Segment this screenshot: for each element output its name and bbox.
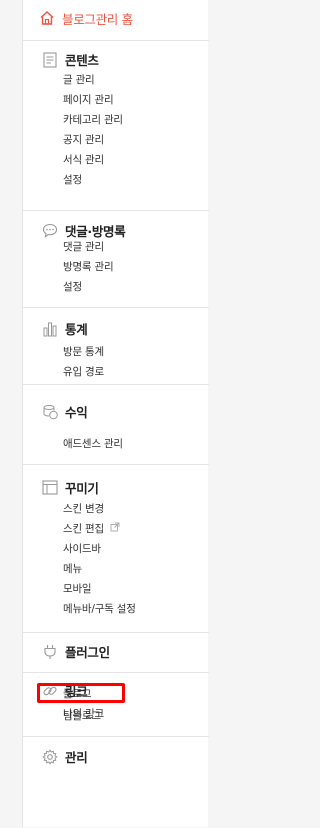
section-plugins-title: 플러그인 bbox=[65, 645, 110, 660]
section-comments-title: 댓글·방명록 bbox=[65, 224, 126, 239]
section-manage: 관리 bbox=[23, 736, 209, 828]
menu-adsense-manage[interactable]: 애드센스 관리 bbox=[63, 436, 123, 452]
menu-sidebar[interactable]: 사이드바 bbox=[63, 541, 101, 557]
section-revenue-header[interactable]: 수익 bbox=[41, 402, 88, 421]
section-decorate-title: 꾸미기 bbox=[65, 481, 99, 496]
section-decorate: 꾸미기 스킨 변경 스킨 편집 사이드바 메뉴 모바일 메뉴바/구독 설정 bbox=[23, 464, 209, 633]
section-manage-title: 관리 bbox=[65, 750, 88, 765]
section-stats-header[interactable]: 통계 bbox=[41, 319, 88, 338]
section-revenue-title: 수익 bbox=[65, 405, 88, 420]
menu-skin-edit[interactable]: 스킨 편집 bbox=[63, 521, 120, 537]
document-icon bbox=[41, 51, 59, 69]
section-stats-title: 통계 bbox=[65, 322, 88, 337]
menu-mobile[interactable]: 모바일 bbox=[63, 581, 92, 597]
section-manage-header[interactable]: 관리 bbox=[41, 747, 88, 766]
menu-post-manage[interactable]: 글 관리 bbox=[63, 72, 95, 88]
section-contents: 콘텐츠 글 관리 페이지 관리 카테고리 관리 공지 관리 서식 관리 설정 bbox=[23, 40, 209, 211]
menu-guestbook-manage[interactable]: 방명록 관리 bbox=[63, 259, 114, 275]
menu-notice-manage[interactable]: 공지 관리 bbox=[63, 132, 104, 148]
gear-icon bbox=[41, 748, 59, 766]
menu-contents-settings[interactable]: 설정 bbox=[63, 172, 82, 188]
speech-bubble-icon bbox=[41, 222, 59, 240]
menu-menu[interactable]: 메뉴 bbox=[63, 561, 82, 577]
menu-comments-settings[interactable]: 설정 bbox=[63, 279, 82, 295]
section-plugins-header[interactable]: 플러그인 bbox=[41, 642, 110, 661]
menu-category-manage[interactable]: 카테고리 관리 bbox=[63, 112, 123, 128]
menu-team-blog[interactable]: 팀블로그 bbox=[63, 708, 101, 724]
section-contents-title: 콘텐츠 bbox=[65, 53, 99, 68]
menu-page-manage[interactable]: 페이지 관리 bbox=[63, 92, 114, 108]
menu-template-manage[interactable]: 서식 관리 bbox=[63, 152, 104, 168]
section-comments-header[interactable]: 댓글·방명록 bbox=[41, 221, 126, 240]
external-link-icon bbox=[110, 521, 120, 537]
highlight-box bbox=[37, 683, 125, 703]
layout-icon bbox=[41, 479, 59, 497]
section-stats: 통계 방문 통계 유입 경로 bbox=[23, 307, 209, 385]
menu-comment-manage[interactable]: 댓글 관리 bbox=[63, 239, 104, 255]
section-revenue: 수익 애드센스 관리 bbox=[23, 384, 209, 465]
blog-admin-home-link[interactable]: 블로그관리 홈 bbox=[39, 7, 133, 29]
section-decorate-header[interactable]: 꾸미기 bbox=[41, 478, 99, 497]
section-link: 링크 나의 링크 bbox=[23, 672, 209, 737]
bar-chart-icon bbox=[41, 320, 59, 338]
home-icon bbox=[40, 11, 54, 25]
section-contents-header[interactable]: 콘텐츠 bbox=[41, 50, 99, 69]
plug-icon bbox=[41, 643, 59, 661]
section-comments: 댓글·방명록 댓글 관리 방명록 관리 설정 bbox=[23, 210, 209, 308]
menu-skin-edit-label: 스킨 편집 bbox=[63, 523, 104, 535]
coins-icon bbox=[41, 403, 59, 421]
menu-visit-stats[interactable]: 방문 통계 bbox=[63, 344, 104, 360]
menu-skin-change[interactable]: 스킨 변경 bbox=[63, 501, 104, 517]
section-plugins: 플러그인 bbox=[23, 632, 209, 673]
home-label: 블로그관리 홈 bbox=[62, 11, 133, 27]
menu-menubar-subscribe-settings[interactable]: 메뉴바/구독 설정 bbox=[63, 601, 136, 617]
menu-referrer[interactable]: 유입 경로 bbox=[63, 364, 104, 380]
